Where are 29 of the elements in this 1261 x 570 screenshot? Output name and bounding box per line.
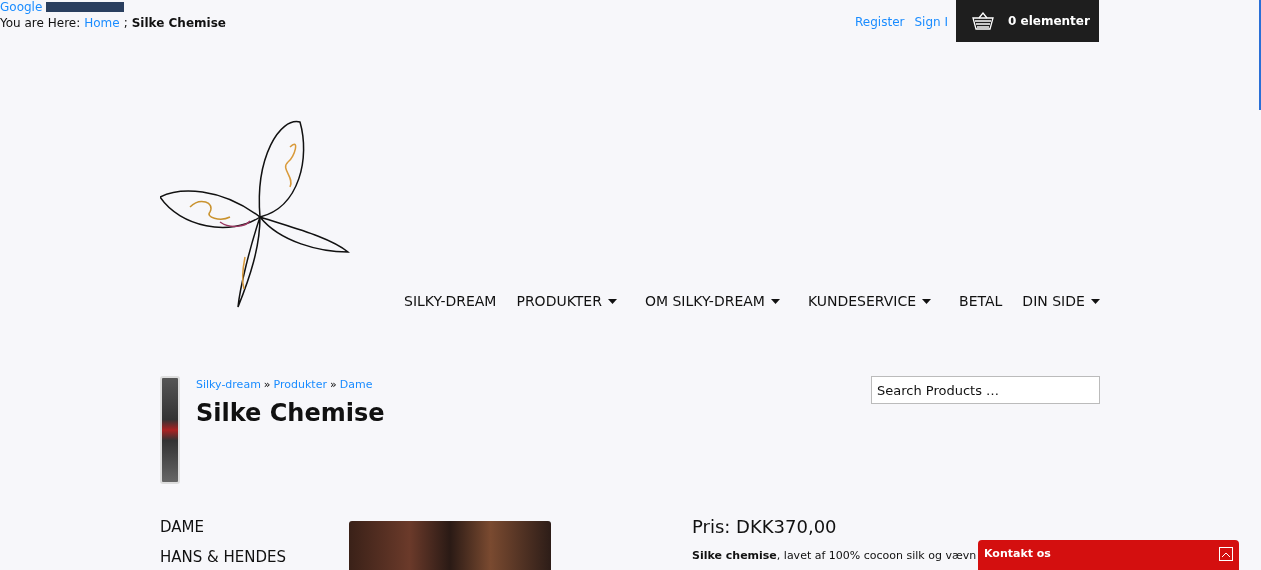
product-price: Pris: DKK370,00	[692, 516, 838, 537]
category-link[interactable]: HANS & HENDES	[160, 548, 349, 566]
nav-item[interactable]: PRODUKTER	[516, 293, 617, 309]
product-description: Silke chemise, lavet af 100% cocoon silk og vævn	[692, 549, 977, 562]
cart-button[interactable]: 0 elementer	[956, 0, 1099, 42]
product-thumbnail[interactable]	[160, 376, 180, 484]
basket-icon	[972, 12, 994, 30]
scrollbar[interactable]	[1259, 0, 1261, 110]
caret-icon	[1090, 298, 1100, 304]
search-field[interactable]: Search Products …	[871, 376, 1100, 404]
nav-item[interactable]: KUNDESERVICE	[807, 293, 932, 309]
breadcrumb-separator: ;	[123, 16, 128, 30]
breadcrumb-separator: »	[263, 378, 271, 391]
nav-item[interactable]: BETAL	[959, 293, 1003, 309]
widget-title: Kontakt os	[984, 547, 1051, 562]
breadcrumb-label: You are Here:	[0, 16, 81, 30]
chevron-up-icon	[1222, 551, 1230, 557]
caret-icon	[607, 298, 617, 304]
caret-icon	[922, 298, 932, 304]
nav-item[interactable]: SILKY-DREAM	[404, 293, 497, 309]
breadcrumb-current: Silke Chemise	[131, 16, 226, 30]
breadcrumb-separator: »	[330, 378, 337, 391]
product-title: Silke Chemise	[196, 399, 385, 427]
nav-item[interactable]: OM SILKY-DREAM	[644, 293, 780, 309]
collapse-button[interactable]	[1219, 547, 1233, 561]
nav-item[interactable]: DIN SIDE	[1022, 293, 1100, 309]
contact-widget[interactable]: Kontakt os	[978, 540, 1239, 570]
category-link[interactable]: DAME	[160, 518, 349, 536]
caret-icon	[770, 298, 780, 304]
